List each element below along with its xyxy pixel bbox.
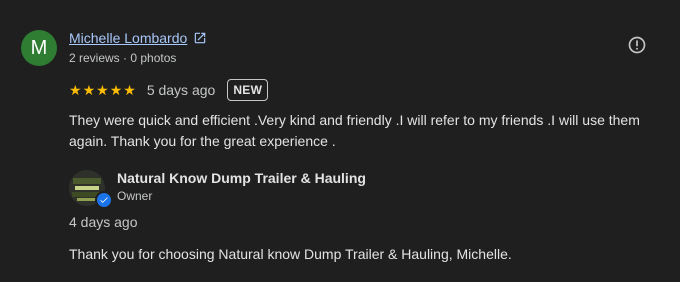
reviewer-name-link[interactable]: Michelle Lombardo	[69, 30, 187, 46]
reviewer-avatar[interactable]: M	[21, 30, 57, 66]
new-badge: NEW	[227, 79, 269, 101]
star-icon: ★	[82, 82, 96, 98]
star-icon: ★	[123, 82, 136, 98]
report-icon[interactable]	[627, 35, 647, 55]
review-time: 5 days ago	[146, 82, 216, 98]
reviewer-name-row: Michelle Lombardo	[69, 30, 207, 46]
reply-text: Thank you for choosing Natural know Dump…	[69, 246, 512, 262]
owner-name: Natural Know Dump Trailer & Hauling	[117, 170, 366, 186]
star-icon: ★	[96, 82, 109, 98]
verified-check-icon	[95, 191, 113, 209]
owner-role: Owner	[117, 189, 153, 203]
reviewer-initial: M	[30, 36, 48, 59]
reply-time: 4 days ago	[69, 214, 138, 230]
star-icon: ★	[109, 82, 123, 98]
reviewer-meta: 2 reviews · 0 photos	[69, 51, 177, 65]
star-icon: ★	[69, 82, 82, 98]
review-text: They were quick and efficient .Very kind…	[69, 112, 640, 149]
open-in-new-icon[interactable]	[193, 31, 207, 45]
star-rating: ★ ★ ★ ★ ★	[69, 83, 136, 97]
rating-row: ★ ★ ★ ★ ★ 5 days ago NEW	[69, 78, 269, 102]
